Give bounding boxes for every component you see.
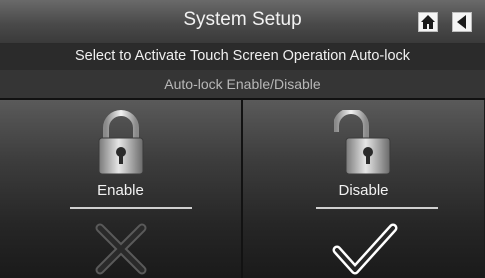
instruction-bar: Select to Activate Touch Screen Operatio…	[0, 44, 485, 70]
x-mark-icon	[95, 223, 146, 275]
enable-underline	[70, 207, 192, 209]
subtitle-bar: Auto-lock Enable/Disable	[0, 70, 485, 98]
subtitle-text: Auto-lock Enable/Disable	[164, 76, 321, 92]
back-arrow-icon	[457, 15, 466, 29]
enable-option-button[interactable]: Enable	[0, 100, 241, 278]
padlock-closed-icon	[98, 110, 143, 175]
back-button[interactable]	[452, 12, 472, 32]
disable-option-button[interactable]: Disable	[243, 100, 484, 278]
padlock-open-icon	[333, 110, 390, 175]
home-icon	[421, 15, 435, 29]
disable-underline	[316, 207, 438, 209]
check-mark-icon	[332, 223, 397, 275]
enable-label: Enable	[97, 182, 144, 199]
instruction-text: Select to Activate Touch Screen Operatio…	[74, 48, 411, 64]
disable-label: Disable	[338, 182, 389, 199]
title-bar: System Setup	[0, 0, 485, 44]
page-title: System Setup	[183, 9, 302, 30]
home-button[interactable]	[418, 12, 438, 32]
system-setup-screen: System Setup Select to Activate Touch Sc…	[0, 0, 485, 278]
